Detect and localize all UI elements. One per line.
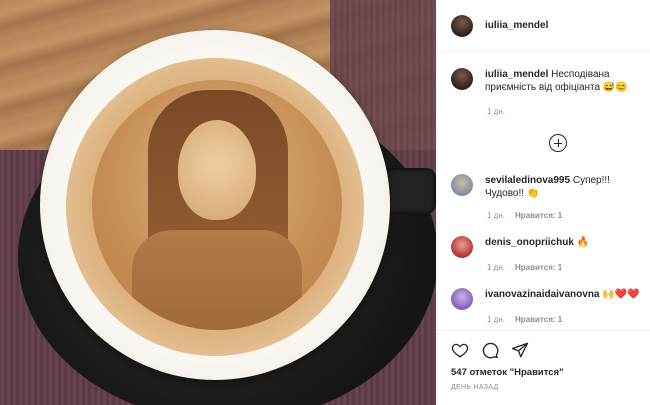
author-avatar[interactable] (451, 14, 473, 37)
comment-likes[interactable]: Нравится: 1 (515, 211, 562, 220)
comment-avatar[interactable] (451, 236, 473, 258)
caption-time: 1 дн. (487, 107, 505, 116)
comment-body: denis_onopriichuk 🔥 (485, 236, 589, 258)
comment-meta: 1 дн. Нравится: 1 (487, 263, 562, 272)
comment-avatar[interactable] (451, 174, 473, 196)
post-sidebar: iuliia_mendel iuliia_mendel Несподівана … (436, 0, 650, 405)
portrait-body (132, 230, 302, 330)
caption-body: iuliia_mendel Несподівана приємність від… (485, 68, 647, 94)
action-icons (451, 341, 529, 359)
load-more-comments-button[interactable] (549, 134, 567, 152)
action-bar: 547 отметок "Нравится" ДЕНЬ НАЗАД (437, 330, 650, 405)
comment-text: 🔥 (576, 237, 590, 248)
portrait-face (178, 120, 256, 220)
comment-time: 1 дн. (487, 211, 505, 220)
heart-icon[interactable] (451, 341, 469, 359)
comment-item: sevilaledinova995 Супер!!! Чудово!! 👏 (451, 174, 647, 200)
comment-meta: 1 дн. Нравится: 1 (487, 211, 562, 220)
comment-username[interactable]: denis_onopriichuk (485, 237, 574, 248)
comment-likes[interactable]: Нравится: 1 (515, 315, 562, 324)
caption: iuliia_mendel Несподівана приємність від… (451, 68, 647, 94)
post-timestamp[interactable]: ДЕНЬ НАЗАД (451, 384, 499, 391)
paper-plane-icon[interactable] (511, 341, 529, 359)
post-photo[interactable] (0, 0, 436, 405)
comment-likes[interactable]: Нравится: 1 (515, 263, 562, 272)
comment-username[interactable]: ivanovazinaidaivanovna (485, 289, 600, 300)
comment-text: 🙌❤️❤️ (602, 289, 640, 300)
caption-avatar[interactable] (451, 68, 473, 90)
author-username[interactable]: iuliia_mendel (485, 20, 548, 31)
comment-time: 1 дн. (487, 315, 505, 324)
caption-username[interactable]: iuliia_mendel (485, 69, 548, 80)
post-header: iuliia_mendel (437, 0, 650, 52)
comment-time: 1 дн. (487, 263, 505, 272)
comment-meta: 1 дн. Нравится: 1 (487, 315, 562, 324)
comment-item: denis_onopriichuk 🔥 (451, 236, 647, 258)
comment-body: sevilaledinova995 Супер!!! Чудово!! 👏 (485, 174, 647, 200)
comment-body: ivanovazinaidaivanovna 🙌❤️❤️ (485, 288, 640, 310)
comment-avatar[interactable] (451, 288, 473, 310)
comment-item: ivanovazinaidaivanovna 🙌❤️❤️ (451, 288, 647, 310)
comment-bubble-icon[interactable] (481, 341, 499, 359)
comment-username[interactable]: sevilaledinova995 (485, 175, 570, 186)
likes-summary[interactable]: 547 отметок "Нравится" (451, 367, 564, 378)
latte-art-portrait (92, 80, 342, 330)
